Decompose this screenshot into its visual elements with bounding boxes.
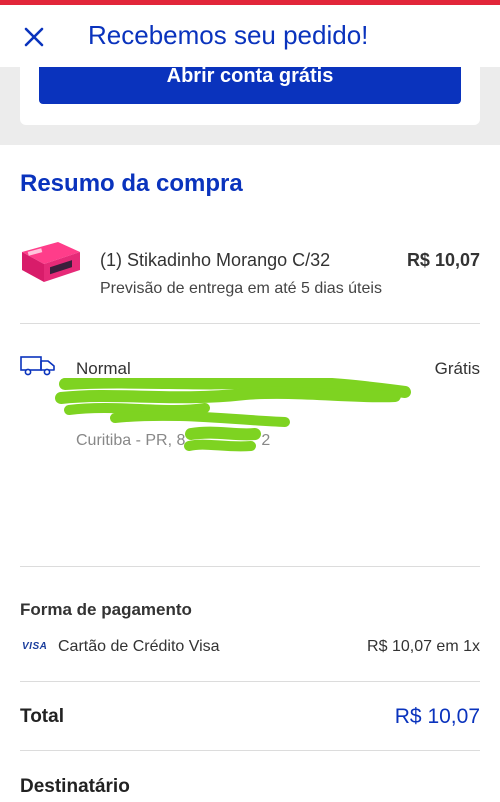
- total-label: Total: [20, 706, 64, 727]
- summary-title: Resumo da compra: [20, 170, 243, 197]
- delivery-estimate: Previsão de entrega em até 5 dias úteis: [100, 280, 382, 297]
- account-cta-card: Abrir conta grátis: [20, 66, 480, 125]
- account-cta-area: Abrir conta grátis: [0, 66, 500, 145]
- visa-icon: VISA: [22, 641, 48, 652]
- total-value: R$ 10,07: [394, 705, 480, 728]
- close-icon: [24, 27, 44, 47]
- recipient-title: Destinatário: [20, 776, 130, 797]
- divider: [20, 750, 480, 751]
- divider: [20, 566, 480, 567]
- page-title: Recebemos seu pedido!: [88, 20, 369, 50]
- product-price: R$ 10,07: [406, 250, 480, 270]
- payment-amount: R$ 10,07 em 1x: [367, 638, 480, 655]
- shipping-method: Normal: [76, 359, 131, 378]
- page-header: Recebemos seu pedido!: [0, 5, 500, 67]
- redaction-scribble: [55, 378, 411, 452]
- close-button[interactable]: [20, 23, 48, 51]
- open-account-button[interactable]: Abrir conta grátis: [39, 66, 461, 104]
- product-name: (1) Stikadinho Morango C/32: [100, 250, 331, 270]
- divider: [20, 323, 480, 324]
- product-image: [22, 242, 80, 282]
- payment-method: Cartão de Crédito Visa: [58, 638, 220, 655]
- shipping-price: Grátis: [434, 359, 480, 378]
- payment-title: Forma de pagamento: [20, 600, 192, 619]
- divider: [20, 681, 480, 682]
- truck-icon: [20, 356, 55, 376]
